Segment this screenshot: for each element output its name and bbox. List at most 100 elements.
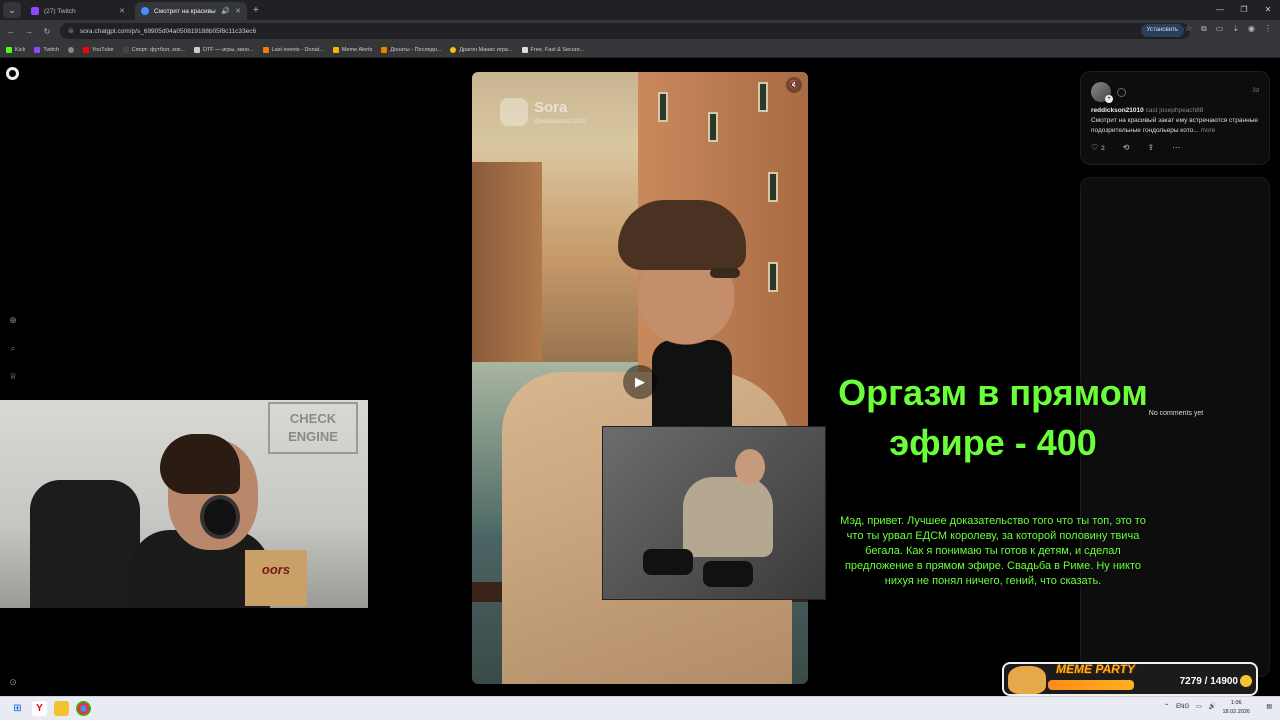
tab-cast-icon[interactable]: ▭ [1216, 24, 1224, 34]
video-scene-glasses [710, 268, 740, 278]
bookmark-globe[interactable] [67, 46, 74, 53]
network-icon[interactable]: ▭ [1196, 703, 1202, 710]
beer-box-text: oors [261, 562, 291, 577]
bookmark-kick[interactable]: Kick [6, 46, 25, 53]
sora-logo-icon[interactable] [6, 67, 19, 80]
new-tab-button[interactable]: + [253, 5, 259, 16]
youtube-icon [82, 46, 89, 53]
meme-party-title: MEME PARTY [1056, 662, 1135, 676]
settings-icon[interactable]: ⊙ [7, 677, 19, 689]
close-tab-icon[interactable]: ✕ [235, 7, 241, 15]
windows-start-icon[interactable]: ⊞ [10, 701, 25, 716]
sora-favicon-icon [141, 7, 149, 15]
mail-icon [521, 46, 528, 53]
bookmark-donationalerts[interactable]: Last events - Donat... [262, 46, 324, 53]
follow-plus-icon[interactable]: + [1105, 95, 1113, 103]
close-window-icon[interactable]: ✕ [1256, 0, 1280, 20]
file-explorer-icon[interactable] [54, 701, 69, 716]
chrome-icon[interactable] [76, 701, 91, 716]
post-username[interactable]: reddickson21010 cast josephpeach88 [1091, 107, 1203, 114]
kick-icon [6, 46, 12, 53]
donation-image-boot [703, 561, 753, 587]
show-hidden-icons[interactable]: ⌃ [1164, 703, 1169, 710]
video-scene-hair [618, 200, 746, 270]
sport-icon [122, 46, 129, 53]
downloads-icon[interactable]: ⇣ [1232, 24, 1239, 34]
language-indicator[interactable]: ENG [1176, 704, 1189, 710]
post-description: Смотрит на красивый закат ему встречаютс… [1091, 116, 1265, 135]
trophy-icon[interactable]: ♕ [7, 371, 19, 383]
bookmark-dtf[interactable]: DTF — игры, кино... [193, 46, 254, 53]
extensions-icon[interactable]: ⧉ [1201, 24, 1207, 34]
site-info-icon[interactable]: ⊜ [68, 27, 74, 35]
tab-title: (27) Twitch [44, 7, 76, 15]
meme-party-progress-bar [1048, 680, 1134, 690]
donation-image-body [683, 477, 773, 557]
window-controls: — ❐ ✕ [1208, 0, 1280, 20]
share-icon[interactable]: ⇪ [1148, 143, 1155, 152]
more-link[interactable]: more [1200, 127, 1215, 134]
search-icon[interactable]: ⌕ [7, 343, 19, 355]
install-app-button[interactable]: Установить [1140, 24, 1184, 37]
profile-icon[interactable]: ◉ [1248, 24, 1255, 34]
back-icon[interactable]: ← [4, 27, 18, 36]
forward-icon[interactable]: → [22, 27, 36, 36]
bookmark-free-fast[interactable]: Free, Fast & Secure... [521, 46, 584, 53]
beer-box: oors [245, 550, 307, 606]
bookmark-youtube[interactable]: YouTube [82, 46, 114, 53]
twitch-favicon-icon [31, 7, 39, 15]
donationalerts-icon [262, 46, 269, 53]
tab-search-button[interactable]: ⌄ [3, 2, 21, 18]
maximize-icon[interactable]: ❐ [1232, 0, 1256, 20]
play-icon[interactable]: ▶ [623, 365, 657, 399]
reload-icon[interactable]: ↻ [40, 27, 54, 36]
post-text: Смотрит на красивый закат ему встречаютс… [1091, 117, 1258, 134]
dragon-icon [450, 46, 457, 53]
volume-icon[interactable]: 🔊 [1209, 703, 1216, 710]
install-label: Установить [1146, 27, 1179, 33]
more-options-icon[interactable]: ⋯ [1172, 143, 1180, 152]
bookmark-donations[interactable]: Донаты - Последн... [381, 46, 441, 53]
like-button[interactable]: ♡ 2 [1091, 143, 1105, 152]
globe-icon [67, 46, 74, 53]
notifications-icon[interactable]: ▤ [1266, 703, 1272, 710]
meme-alerts-icon [332, 46, 339, 53]
watermark-name: Sora [534, 99, 568, 116]
speaker-icon[interactable]: 🔊 [221, 7, 230, 15]
username-text: reddickson21010 [1091, 107, 1144, 114]
dtf-icon [193, 46, 200, 53]
post-card: + 3d reddickson21010 cast josephpeach88 … [1080, 71, 1270, 165]
donation-image [602, 426, 826, 600]
close-tab-icon[interactable]: ✕ [119, 7, 125, 15]
post-actions: ♡ 2 ⟲ ⇪ ⋯ [1091, 143, 1180, 152]
address-bar[interactable]: ⊜ sora.chatgpt.com/p/s_69905d04a05081918… [60, 23, 1190, 39]
heart-icon: ♡ [1091, 143, 1099, 152]
clock-date: 18.02.2026 [1222, 709, 1250, 715]
yandex-browser-icon[interactable]: Y [32, 701, 47, 716]
twitch-icon [34, 46, 41, 53]
minimize-icon[interactable]: — [1208, 0, 1232, 20]
taskbar-clock[interactable]: 1:06 18.02.2026 [1222, 699, 1250, 717]
browser-toolbar: ← → ↻ ⊜ sora.chatgpt.com/p/s_69905d04a05… [0, 20, 1280, 42]
sora-watermark-icon [500, 98, 528, 126]
gaming-chair [30, 480, 140, 608]
cameo-icon[interactable] [1117, 88, 1126, 97]
donation-image-boot [643, 549, 693, 575]
remix-icon[interactable]: ⟲ [1123, 143, 1130, 152]
mute-icon[interactable]: 🔇 [786, 77, 802, 93]
bookmark-sport[interactable]: Спорт: футбол, хок... [122, 46, 185, 53]
tab-twitch[interactable]: (27) Twitch ✕ [25, 2, 131, 20]
browser-tab-bar: ⌄ (27) Twitch ✕ Смотрит на красивый зак.… [0, 0, 1280, 20]
tab-sora[interactable]: Смотрит на красивый зак... 🔊 ✕ [135, 2, 247, 20]
bookmark-meme-alerts[interactable]: Meme Alerts [332, 46, 372, 53]
meme-party-count: 7279 / 14900 [1179, 676, 1238, 687]
browser-menu-icon[interactable]: ⋮ [1264, 24, 1272, 34]
donation-title: Оргазм в прямом эфире - 400 [838, 372, 1148, 463]
post-timestamp: 3d [1252, 88, 1259, 94]
cast-label[interactable]: cast josephpeach88 [1146, 107, 1204, 114]
create-icon[interactable]: ⊕ [7, 315, 19, 327]
bookmark-star-icon[interactable]: ☆ [1185, 24, 1192, 34]
bookmark-twitch[interactable]: Twitch [34, 46, 59, 53]
bookmark-dragon[interactable]: Драгон Манис игра... [450, 46, 513, 53]
tab-title: Смотрит на красивый зак... [154, 7, 216, 15]
